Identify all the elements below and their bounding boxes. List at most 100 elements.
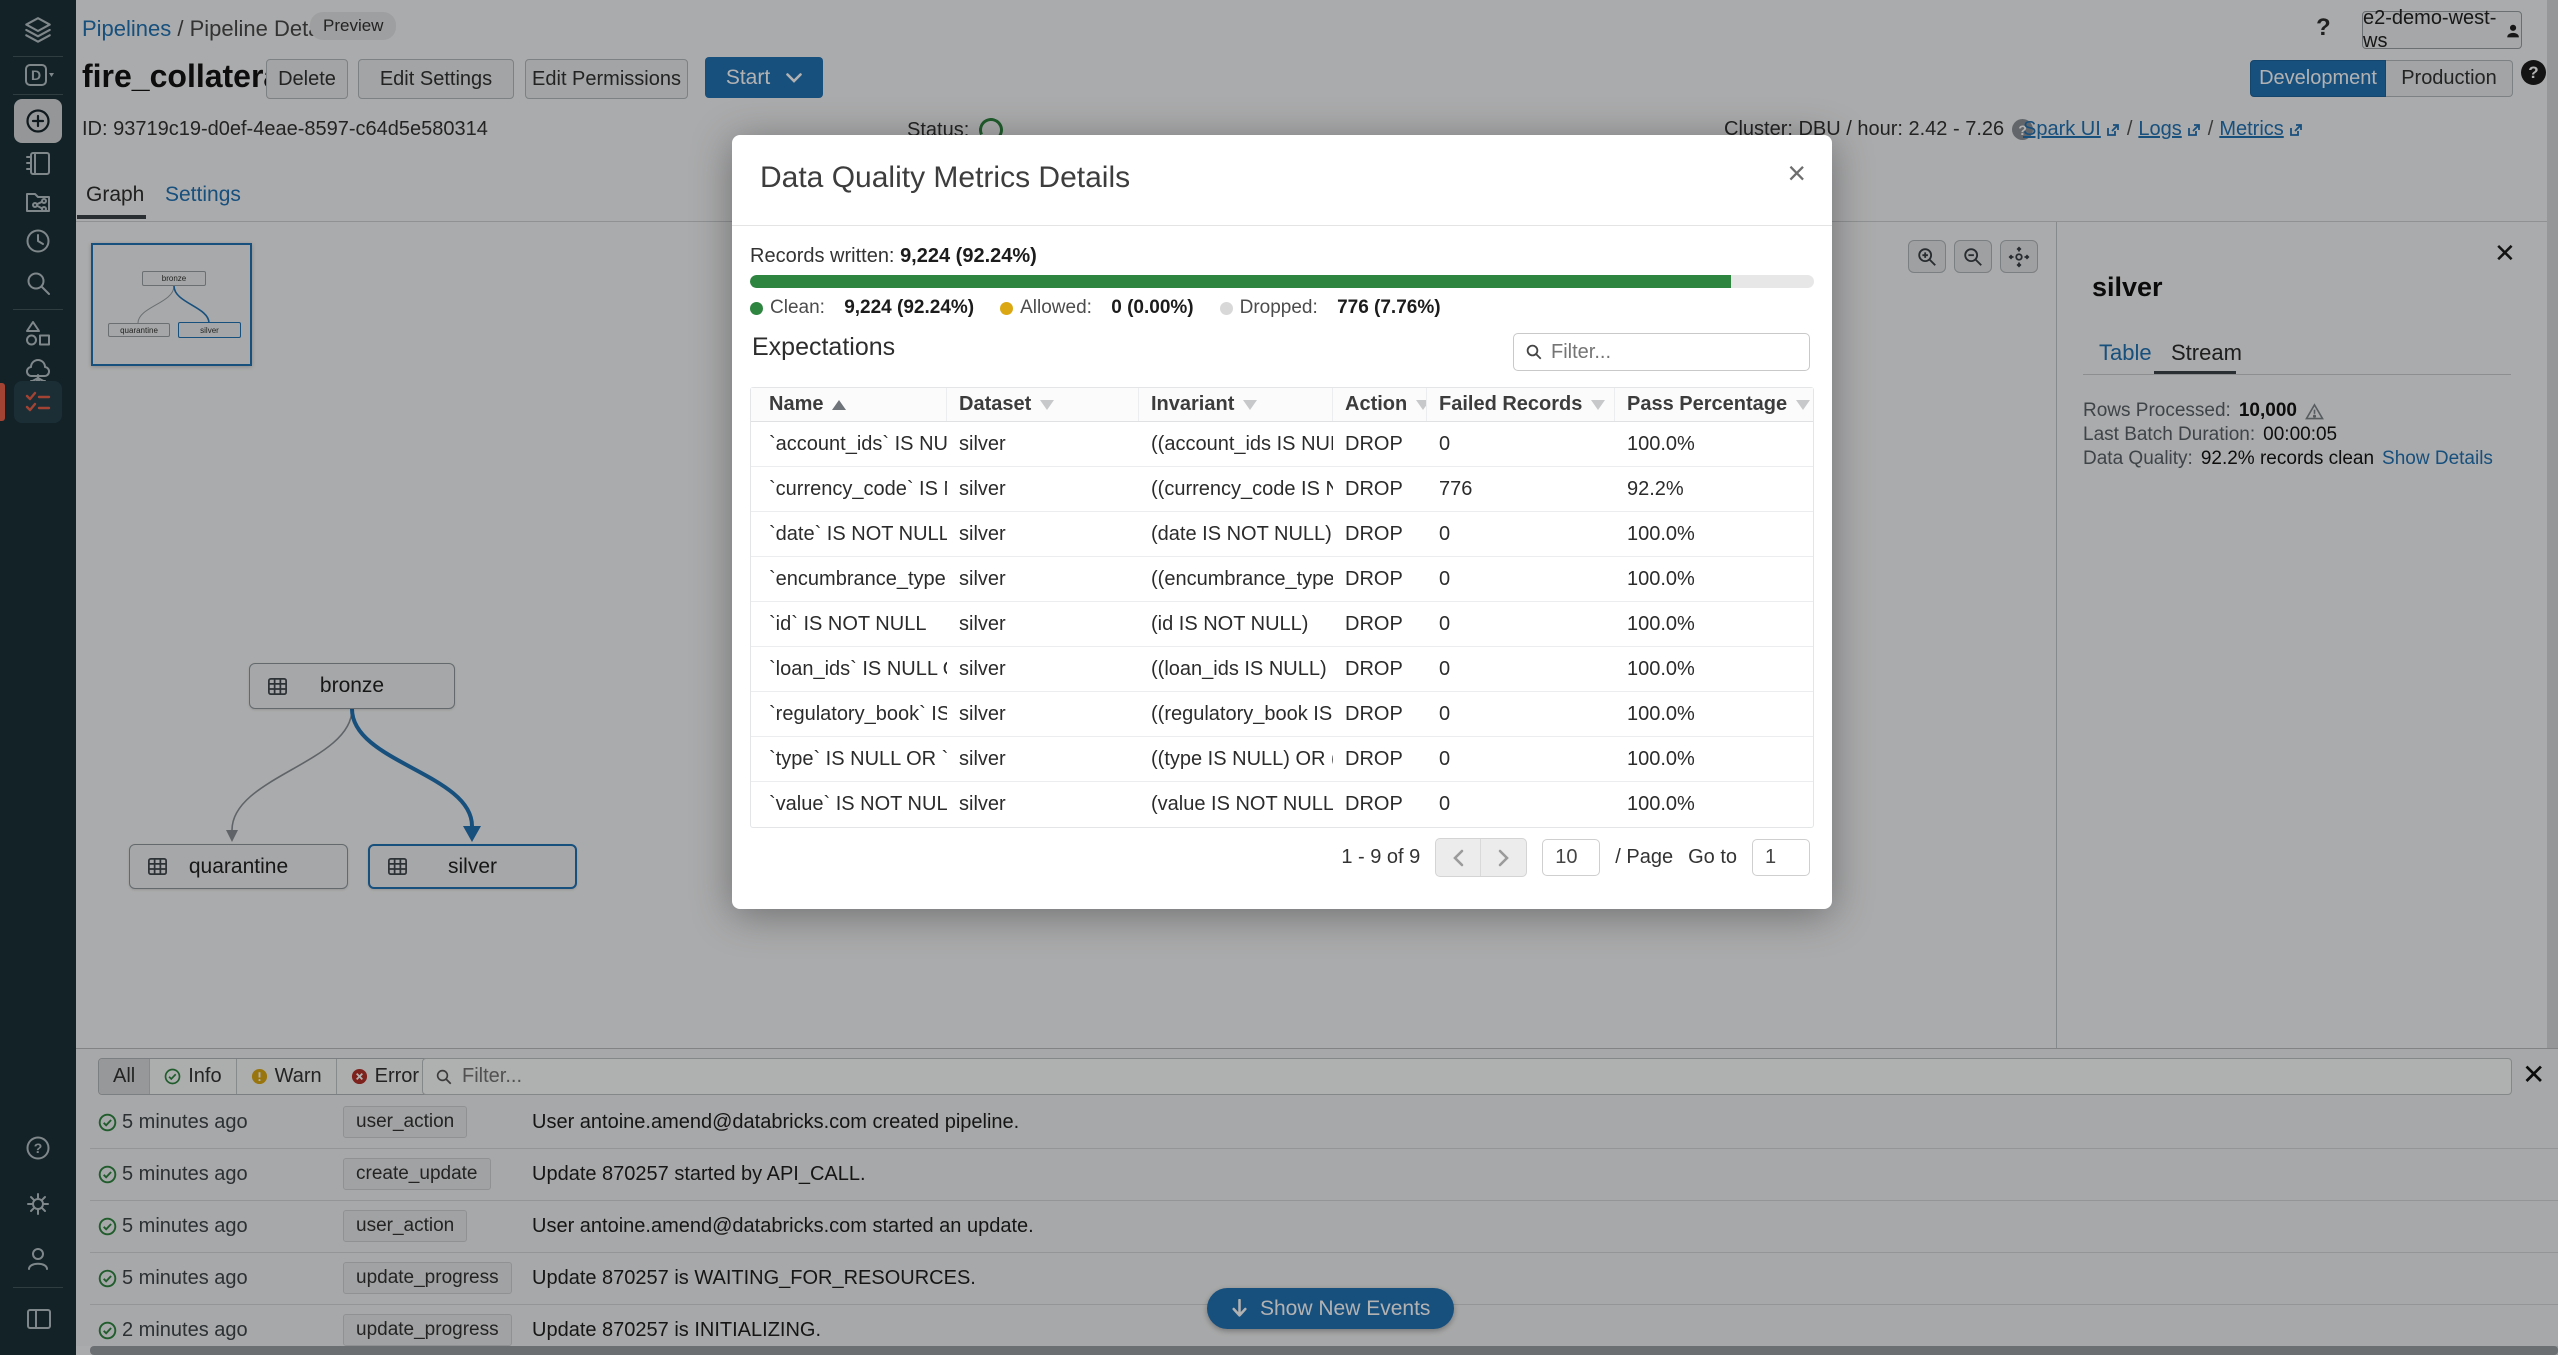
table-row[interactable]: `date` IS NOT NULLsilver(date IS NOT NUL… [751,512,1813,557]
table-cell: DROP [1333,557,1427,601]
table-cell: DROP [1333,602,1427,646]
table-cell: 92.2% [1615,467,1813,511]
dq-progress-fill [750,275,1731,288]
next-page-button[interactable] [1481,839,1526,876]
table-row[interactable]: `id` IS NOT NULLsilver(id IS NOT NULL)DR… [751,602,1813,647]
table-cell: ((currency_code IS N... [1139,467,1333,511]
filter-caret-icon [1796,400,1810,410]
per-page-label: / Page [1615,846,1673,869]
table-cell: 0 [1427,557,1615,601]
legend-allowed: Allowed: 0 (0.00%) [1000,297,1193,319]
table-cell: `id` IS NOT NULL [751,602,947,646]
filter-caret-icon [1416,400,1427,410]
table-cell: 100.0% [1615,557,1813,601]
table-cell: silver [947,422,1139,466]
table-cell: `loan_ids` IS NULL OR... [751,647,947,691]
table-row[interactable]: `loan_ids` IS NULL OR...silver((loan_ids… [751,647,1813,692]
table-cell: silver [947,602,1139,646]
table-cell: `regulatory_book` IS N... [751,692,947,736]
table-cell: silver [947,557,1139,601]
table-cell: 0 [1427,692,1615,736]
modal-close-icon[interactable]: × [1787,157,1806,189]
legend-clean: Clean: 9,224 (92.24%) [750,297,974,319]
records-written-value: 9,224 (92.24%) [900,245,1037,267]
records-written-line: Records written: 9,224 (92.24%) [750,245,1037,268]
table-cell: (id IS NOT NULL) [1139,602,1333,646]
table-cell: silver [947,467,1139,511]
table-cell: 100.0% [1615,602,1813,646]
table-cell: `type` IS NULL OR `ty... [751,737,947,781]
column-header-pass-percentage[interactable]: Pass Percentage [1615,388,1813,421]
column-header-action[interactable]: Action [1333,388,1427,421]
table-cell: 100.0% [1615,512,1813,556]
column-header-dataset[interactable]: Dataset [947,388,1139,421]
sort-asc-icon [832,400,846,410]
table-cell: DROP [1333,737,1427,781]
table-cell: DROP [1333,512,1427,556]
table-cell: `encumbrance_type` I... [751,557,947,601]
expectations-heading: Expectations [752,333,895,362]
pagination: 1 - 9 of 9 / Page Go to [1341,838,1810,877]
legend-dropped: Dropped: 776 (7.76%) [1220,297,1441,319]
table-cell: `value` IS NOT NULL [751,782,947,827]
dq-legend: Clean: 9,224 (92.24%) Allowed: 0 (0.00%)… [750,297,1441,319]
table-cell: 0 [1427,647,1615,691]
table-cell: silver [947,512,1139,556]
table-cell: DROP [1333,467,1427,511]
filter-caret-icon [1040,400,1054,410]
table-cell: 0 [1427,782,1615,827]
modal-header-divider [732,225,1832,226]
filter-caret-icon [1243,400,1257,410]
table-row[interactable]: `value` IS NOT NULLsilver(value IS NOT N… [751,782,1813,827]
table-row[interactable]: `regulatory_book` IS N...silver((regulat… [751,692,1813,737]
table-cell: silver [947,782,1139,827]
table-cell: 0 [1427,512,1615,556]
column-header-invariant[interactable]: Invariant [1139,388,1333,421]
column-header-name[interactable]: Name [751,388,947,421]
table-cell: 100.0% [1615,737,1813,781]
pagination-buttons [1435,838,1527,877]
table-cell: silver [947,692,1139,736]
data-quality-progress-bar [750,275,1814,288]
goto-label: Go to [1688,846,1737,869]
table-cell: ((account_ids IS NUL... [1139,422,1333,466]
expectations-filter-input[interactable] [1551,341,1798,364]
clean-dot-icon [750,302,763,315]
table-cell: 100.0% [1615,692,1813,736]
column-header-failed-records[interactable]: Failed Records [1427,388,1615,421]
table-cell: 776 [1427,467,1615,511]
expectations-table-header: Name Dataset Invariant Action Failed Rec… [751,388,1813,422]
table-cell: 0 [1427,422,1615,466]
table-row[interactable]: `type` IS NULL OR `ty...silver((type IS … [751,737,1813,782]
search-icon [1525,343,1543,361]
table-cell: DROP [1333,647,1427,691]
allowed-dot-icon [1000,302,1013,315]
prev-page-button[interactable] [1436,839,1481,876]
table-cell: `account_ids` IS NULL... [751,422,947,466]
table-row[interactable]: `account_ids` IS NULL...silver((account_… [751,422,1813,467]
table-cell: (value IS NOT NULL) [1139,782,1333,827]
dropped-dot-icon [1220,302,1233,315]
table-cell: silver [947,737,1139,781]
data-quality-modal: Data Quality Metrics Details × Records w… [732,135,1832,909]
table-cell: 100.0% [1615,422,1813,466]
modal-title: Data Quality Metrics Details [760,161,1130,195]
table-cell: `date` IS NOT NULL [751,512,947,556]
table-row[interactable]: `currency_code` IS N...silver((currency_… [751,467,1813,512]
expectations-filter-searchbox[interactable] [1513,333,1810,371]
table-cell: DROP [1333,782,1427,827]
page-size-input[interactable] [1542,839,1600,876]
table-cell: (date IS NOT NULL) [1139,512,1333,556]
app-screen: D ? [0,0,2558,1355]
table-cell: ((regulatory_book IS N... [1139,692,1333,736]
table-row[interactable]: `encumbrance_type` I...silver((encumbran… [751,557,1813,602]
table-cell: ((encumbrance_type I... [1139,557,1333,601]
table-cell: 100.0% [1615,647,1813,691]
expectations-table-rows: `account_ids` IS NULL...silver((account_… [751,422,1813,827]
table-cell: 100.0% [1615,782,1813,827]
goto-page-input[interactable] [1752,839,1810,876]
table-cell: silver [947,647,1139,691]
filter-caret-icon [1591,400,1605,410]
pagination-range: 1 - 9 of 9 [1341,846,1420,869]
table-cell: `currency_code` IS N... [751,467,947,511]
